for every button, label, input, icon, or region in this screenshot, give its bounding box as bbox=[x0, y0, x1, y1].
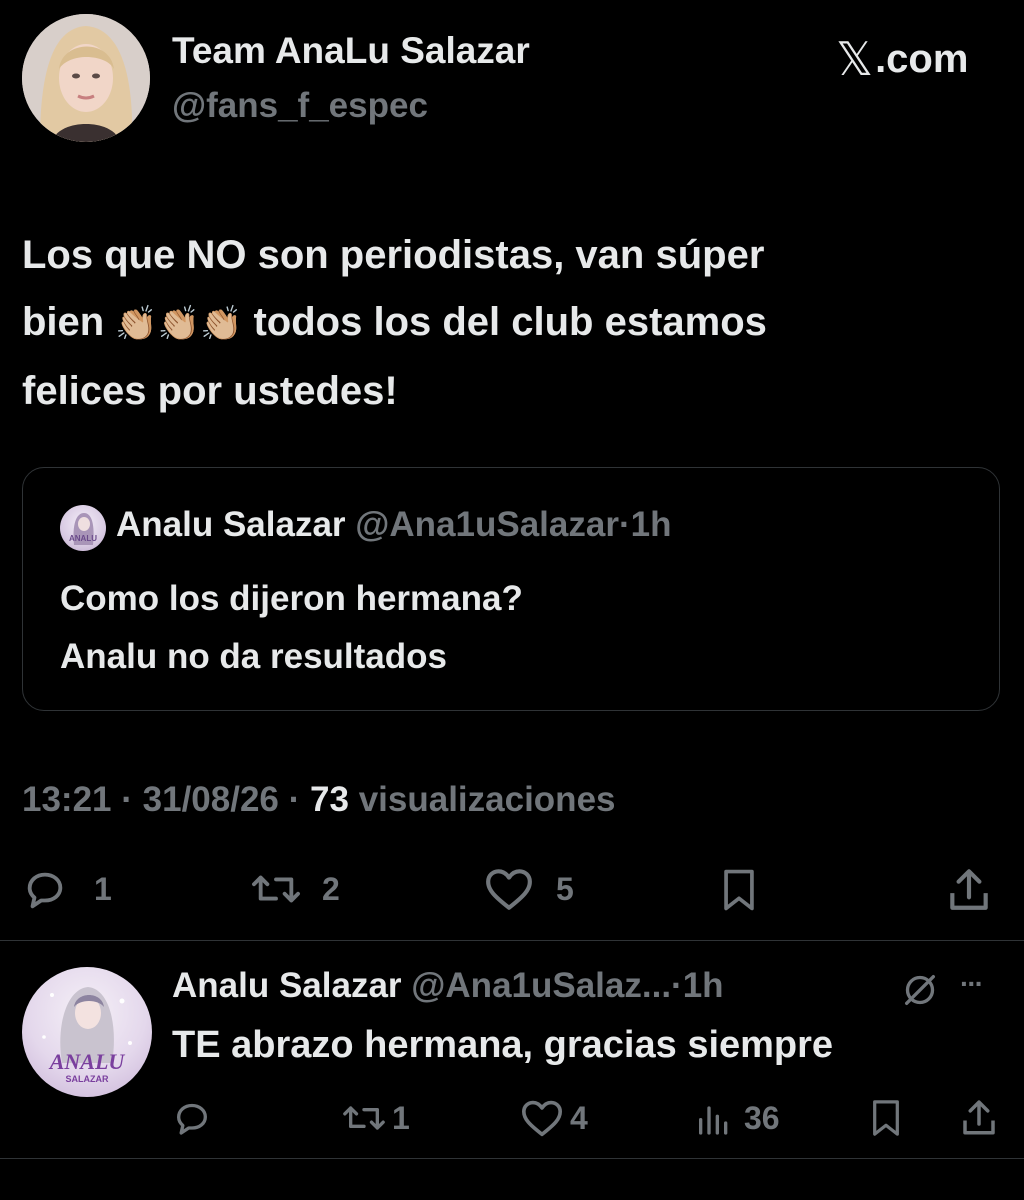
reply-text: TE abrazo hermana, gracias siempre bbox=[172, 1024, 834, 1066]
quoted-separator: · bbox=[618, 505, 631, 544]
reply-header: Analu Salazar @Ana1uSalaz...·1h bbox=[172, 966, 724, 1006]
divider bbox=[0, 940, 1024, 941]
author-handle[interactable]: @fans_f_espec bbox=[172, 86, 428, 126]
like-button[interactable]: 5 bbox=[484, 866, 574, 912]
grok-icon[interactable] bbox=[900, 970, 940, 1015]
quoted-text-line-1: Como los dijeron hermana? bbox=[60, 579, 523, 618]
tweet-text-line-2-end: todos los del club estamos bbox=[242, 300, 767, 344]
reply-count: 1 bbox=[94, 870, 112, 907]
views-count: 73 bbox=[310, 780, 349, 819]
reply-avatar-graphic: ANALU SALAZAR bbox=[42, 987, 132, 1084]
quoted-tweet-text: Como los dijeron hermana? Analu no da re… bbox=[60, 570, 523, 686]
bookmark-icon bbox=[873, 1100, 899, 1136]
reply-bookmark-button[interactable] bbox=[866, 1097, 906, 1139]
reply-repost-count: 1 bbox=[392, 1099, 410, 1136]
clapping-hands-emoji: 👏🏼👏🏼👏🏼 bbox=[115, 304, 243, 343]
x-com-label: .com bbox=[875, 36, 969, 81]
quoted-text-line-2: Analu no da resultados bbox=[60, 637, 447, 676]
author-name[interactable]: Team AnaLu Salazar bbox=[172, 30, 530, 72]
share-icon bbox=[963, 1100, 995, 1135]
x-logo-icon: 𝕏 bbox=[836, 33, 874, 85]
share-icon bbox=[950, 869, 988, 910]
heart-icon bbox=[521, 1100, 562, 1137]
repost-button[interactable]: 2 bbox=[248, 866, 340, 912]
quoted-author-avatar[interactable]: ANALU bbox=[60, 505, 106, 551]
reply-author-handle[interactable]: @Ana1uSalaz... bbox=[411, 966, 671, 1005]
quoted-author-name[interactable]: Analu Salazar bbox=[116, 505, 346, 544]
reply-author-avatar[interactable]: ANALU SALAZAR bbox=[22, 967, 152, 1097]
tweet-text-line-3: felices por ustedes! bbox=[22, 368, 398, 413]
quoted-tweet-header: Analu Salazar @Ana1uSalazar·1h bbox=[116, 505, 671, 545]
reply-share-button[interactable] bbox=[958, 1096, 1000, 1138]
bottom-divider bbox=[0, 1158, 1024, 1159]
meta-separator-2: · bbox=[288, 780, 301, 819]
quoted-author-handle[interactable]: @Ana1uSalazar bbox=[355, 505, 619, 544]
repost-count: 2 bbox=[322, 870, 340, 907]
author-avatar[interactable] bbox=[22, 14, 150, 142]
tweet-text-line-1: Los que NO son periodistas, van súper bbox=[22, 233, 765, 277]
repost-icon bbox=[252, 875, 300, 903]
reply-separator: · bbox=[671, 966, 683, 1005]
quoted-time: 1h bbox=[630, 505, 672, 544]
reply-avatar-subtitle: SALAZAR bbox=[66, 1074, 109, 1084]
reply-like-button[interactable]: 4 bbox=[520, 1098, 588, 1138]
grok-icon-graphic bbox=[905, 975, 935, 1005]
reply-avatar-title: ANALU bbox=[48, 1049, 126, 1074]
reply-icon bbox=[177, 1103, 207, 1135]
reply-repost-button[interactable]: 1 bbox=[340, 1098, 410, 1138]
tweet-text-line-2-start: bien bbox=[22, 300, 116, 344]
heart-icon bbox=[486, 869, 532, 910]
bookmark-icon bbox=[724, 869, 754, 911]
tweet-meta: 13:21 · 31/08/26 · 73 visualizaciones bbox=[22, 780, 616, 820]
reply-views-count: 36 bbox=[744, 1099, 780, 1136]
reply-reply-button[interactable] bbox=[172, 1098, 212, 1138]
reply-button[interactable]: 1 bbox=[22, 866, 112, 912]
author-photo bbox=[22, 14, 150, 142]
reply-icon bbox=[27, 872, 63, 909]
tweet-date[interactable]: 31/08/26 bbox=[143, 780, 279, 819]
meta-separator-1: · bbox=[121, 780, 133, 819]
share-button[interactable] bbox=[944, 864, 994, 914]
repost-icon bbox=[343, 1106, 385, 1130]
reply-author-name[interactable]: Analu Salazar bbox=[172, 966, 402, 1005]
reply-like-count: 4 bbox=[570, 1099, 588, 1136]
quoted-avatar-graphic: ANALU bbox=[69, 513, 97, 545]
quoted-avatar-text: ANALU bbox=[69, 534, 97, 543]
x-com-watermark: 𝕏 .com bbox=[836, 32, 968, 86]
reply-views-button[interactable]: 36 bbox=[694, 1098, 780, 1138]
tweet-text-line-2: bien 👏🏼👏🏼👏🏼 todos los del club estamos bbox=[22, 289, 1002, 358]
views-label: visualizaciones bbox=[358, 780, 616, 819]
tweet-text: Los que NO son periodistas, van súper bi… bbox=[22, 222, 1002, 425]
like-count: 5 bbox=[556, 870, 574, 907]
views-bar-chart-icon bbox=[699, 1106, 728, 1135]
reply-time: 1h bbox=[682, 966, 724, 1005]
more-options-button[interactable]: ··· bbox=[960, 968, 984, 1000]
bookmark-button[interactable] bbox=[716, 866, 762, 914]
tweet-time[interactable]: 13:21 bbox=[22, 780, 112, 819]
